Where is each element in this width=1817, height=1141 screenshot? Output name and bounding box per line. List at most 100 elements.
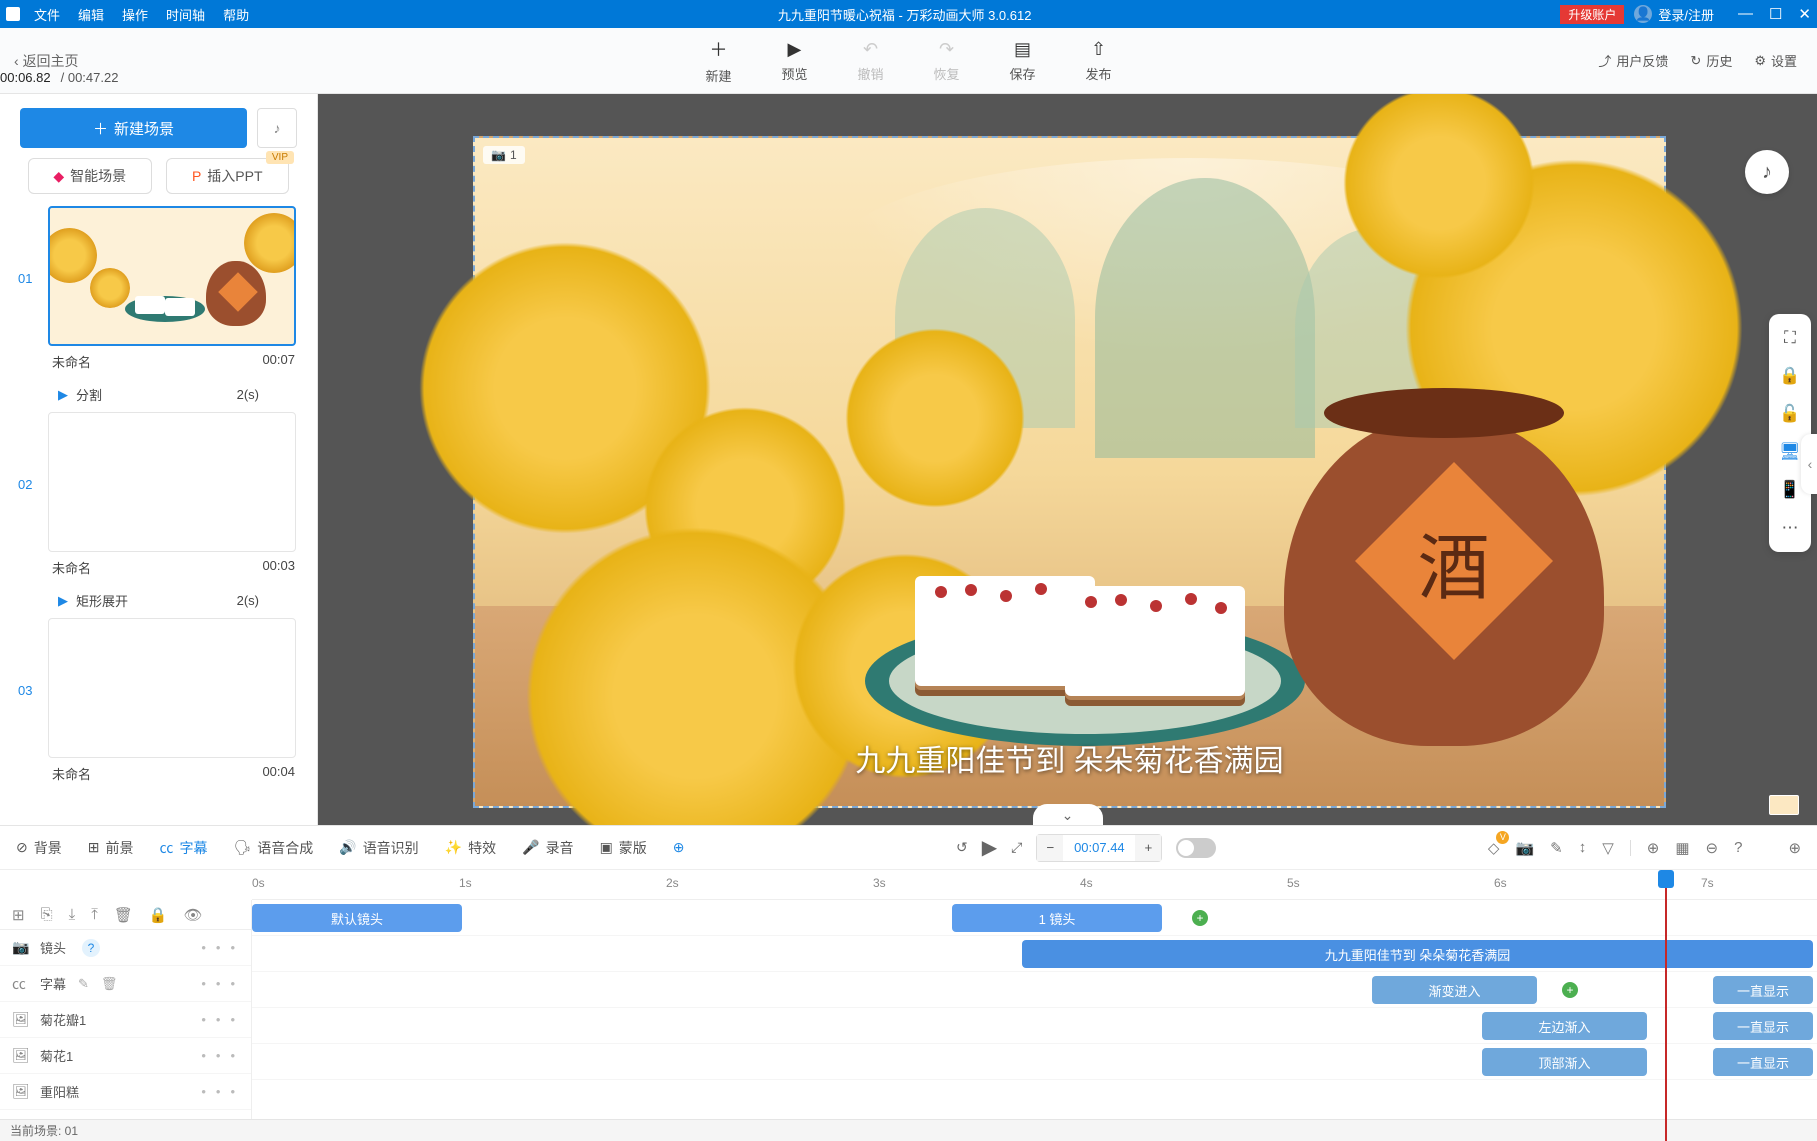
layer-name: 重阳糕 xyxy=(40,1082,79,1101)
feedback-button[interactable]: ⤴用户反馈 xyxy=(1598,51,1668,70)
close-button[interactable]: ✕ xyxy=(1798,5,1811,23)
menu-edit[interactable]: 编辑 xyxy=(78,5,104,24)
history-button[interactable]: ↻历史 xyxy=(1690,51,1732,70)
menu-help[interactable]: 帮助 xyxy=(223,5,249,24)
toolbar-preview-button[interactable]: ▶预览 xyxy=(781,39,807,83)
track-head-layer-1[interactable]: 🖼菊花1••• xyxy=(0,1038,251,1074)
clip-camera-1[interactable]: 1 镜头 xyxy=(952,904,1162,932)
camera-track-label: 镜头 xyxy=(40,938,66,957)
camera-kf-icon[interactable]: 📷 xyxy=(1515,839,1534,857)
help-icon[interactable]: ? xyxy=(82,939,100,957)
clip-stay[interactable]: 一直显示 xyxy=(1713,1048,1813,1076)
tab-asr[interactable]: 🔊语音识别 xyxy=(339,838,418,858)
tb-icon: ↶ xyxy=(863,39,878,60)
fullscreen-icon[interactable]: ⤢ xyxy=(1011,839,1022,856)
tb-label: 保存 xyxy=(1010,64,1036,83)
track-head-camera[interactable]: 📷 镜头 ? ••• xyxy=(0,930,251,966)
tab-subtitle[interactable]: ㏄字幕 xyxy=(159,838,207,858)
rewind-icon[interactable]: ↺ xyxy=(956,839,968,856)
maximize-button[interactable]: ☐ xyxy=(1769,5,1782,23)
th-lock-icon[interactable]: 🔒 xyxy=(149,906,168,924)
playhead[interactable] xyxy=(1665,870,1667,1141)
th-add-icon[interactable]: ⊞ xyxy=(12,906,25,924)
menu-file[interactable]: 文件 xyxy=(34,5,60,24)
keyframe-icon[interactable]: ◇ xyxy=(1488,839,1500,857)
time-ruler[interactable]: 0s1s2s3s4s5s6s7s xyxy=(252,870,1817,900)
more-icon[interactable]: ⋯ xyxy=(1782,518,1799,538)
auth-button[interactable]: 👤 登录/注册 xyxy=(1634,5,1714,24)
track-list-icon[interactable]: ▦ xyxy=(1675,839,1689,857)
track-camera[interactable]: 默认镜头 1 镜头 + xyxy=(252,900,1817,936)
tab-record[interactable]: 🎤录音 xyxy=(522,838,573,858)
expand-right-handle[interactable]: ‹ xyxy=(1801,434,1817,494)
tb-icon: ＋ xyxy=(709,36,727,62)
clip-stay[interactable]: 一直显示 xyxy=(1713,1012,1813,1040)
titlebar: 文件 编辑 操作 时间轴 帮助 九九重阳节暖心祝福 - 万彩动画大师 3.0.6… xyxy=(0,0,1817,28)
track-head-layer-0[interactable]: 🖼菊花瓣1••• xyxy=(0,1002,251,1038)
timeline-right-tools: ◇ 📷 ✎ ↕ ▽ ⊕ ▦ ⊖ ? ⊕ xyxy=(1488,839,1801,857)
th-down-icon[interactable]: ⤓ xyxy=(69,906,76,923)
sub-del-icon[interactable]: 🗑 xyxy=(101,976,118,992)
sub-edit-icon[interactable]: ✎ xyxy=(78,976,89,992)
tab-background[interactable]: ⊘背景 xyxy=(16,838,62,858)
track-subtitle[interactable]: 九九重阳佳节到 朵朵菊花香满园 xyxy=(252,936,1817,972)
add-right-icon[interactable]: ⊕ xyxy=(1788,839,1801,857)
filter-icon[interactable]: ▽ xyxy=(1602,839,1614,857)
clip-enter[interactable]: 渐变进入 xyxy=(1372,976,1537,1004)
tb-icon: ↷ xyxy=(939,39,954,60)
tab-tts[interactable]: 🗣语音合成 xyxy=(233,838,313,858)
tab-foreground[interactable]: ⊞前景 xyxy=(88,838,134,858)
menu-timeline[interactable]: 时间轴 xyxy=(166,5,205,24)
clip-enter[interactable]: 左边渐入 xyxy=(1482,1012,1647,1040)
sort-icon[interactable]: ↕ xyxy=(1579,839,1587,856)
add-keyframe-button[interactable]: + xyxy=(1562,982,1578,998)
th-up-icon[interactable]: ⤒ xyxy=(91,906,98,923)
tab-mask[interactable]: ▣蒙版 xyxy=(600,838,647,858)
mobile-view-icon[interactable]: 📱 xyxy=(1779,480,1800,500)
track-layer-0[interactable]: 渐变进入 + 一直显示 xyxy=(252,972,1817,1008)
time-field[interactable] xyxy=(1063,835,1135,861)
toolbar-publish-button[interactable]: ⇧发布 xyxy=(1086,39,1112,83)
track-head-layer-2[interactable]: 🖼重阳糕••• xyxy=(0,1074,251,1110)
clip-enter[interactable]: 顶部渐入 xyxy=(1482,1048,1647,1076)
zoom-out-tl-icon[interactable]: ⊖ xyxy=(1706,839,1719,857)
fit-screen-icon[interactable]: ⛶ xyxy=(1784,328,1796,348)
minimap[interactable] xyxy=(1769,795,1799,815)
clip-subtitle[interactable]: 九九重阳佳节到 朵朵菊花香满园 xyxy=(1022,940,1813,968)
toolbar-undo-button: ↶撤销 xyxy=(857,39,883,83)
add-track-icon[interactable]: ⊕ xyxy=(1647,839,1660,857)
clip-stay[interactable]: 一直显示 xyxy=(1713,976,1813,1004)
time-minus-button[interactable]: − xyxy=(1037,835,1063,861)
th-eye-icon[interactable]: 👁 xyxy=(184,906,203,924)
music-float-button[interactable]: ♪ xyxy=(1745,150,1789,194)
upgrade-button[interactable]: 升级账户 xyxy=(1560,5,1624,24)
tab-fx[interactable]: ✨特效 xyxy=(445,838,496,858)
time-plus-button[interactable]: + xyxy=(1135,835,1161,861)
lock-closed-icon[interactable]: 🔒 xyxy=(1779,366,1800,386)
track-layer-1[interactable]: 左边渐入 一直显示 xyxy=(252,1008,1817,1044)
more-tabs-icon[interactable]: ⊕ xyxy=(673,839,685,856)
play-icon[interactable]: ▶ xyxy=(982,835,997,860)
toolbar-save-button[interactable]: ▤保存 xyxy=(1010,39,1036,83)
desktop-view-icon[interactable]: 🖥 xyxy=(1779,442,1801,462)
lock-open-icon[interactable]: 🔓 xyxy=(1779,404,1800,424)
settings-button[interactable]: ⚙设置 xyxy=(1754,51,1797,70)
minimize-button[interactable]: — xyxy=(1738,5,1753,23)
th-delete-icon[interactable]: 🗑 xyxy=(114,906,133,924)
th-folder-icon[interactable]: ⎘ xyxy=(41,906,53,923)
track-head-subtitle[interactable]: ㏄ 字幕 ✎ 🗑 ••• xyxy=(0,966,251,1002)
collapse-canvas-button[interactable]: ⌄ xyxy=(1033,804,1103,825)
clip-default-camera[interactable]: 默认镜头 xyxy=(252,904,462,932)
track-layer-2[interactable]: 顶部渐入 一直显示 xyxy=(252,1044,1817,1080)
snap-toggle[interactable] xyxy=(1176,838,1216,858)
add-keyframe-button[interactable]: + xyxy=(1192,910,1208,926)
layer-name: 菊花瓣1 xyxy=(40,1010,86,1029)
canvas-right-tools: ⛶ 🔒 🔓 🖥 📱 ⋯ xyxy=(1769,314,1811,552)
menu-action[interactable]: 操作 xyxy=(122,5,148,24)
help-tl-icon[interactable]: ? xyxy=(1734,839,1742,856)
ruler-tick: 0s xyxy=(252,876,265,890)
back-home-button[interactable]: ‹ 返回主页 xyxy=(14,51,79,71)
toolbar-new-button[interactable]: ＋新建 xyxy=(705,36,731,85)
edit-icon[interactable]: ✎ xyxy=(1550,839,1563,857)
canvas[interactable]: 📷 1 酒 九九重阳佳节到 朵朵菊花香满园 xyxy=(473,136,1666,808)
